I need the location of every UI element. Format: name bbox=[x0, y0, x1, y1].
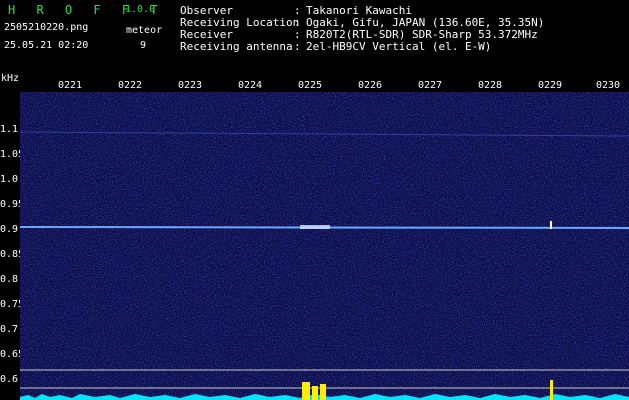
spectrogram bbox=[20, 92, 629, 400]
location-label: Receiving Location bbox=[180, 16, 300, 29]
time-tick: 0230 bbox=[596, 80, 621, 91]
meteor-echo-burst bbox=[320, 384, 326, 400]
time-tick: 0229 bbox=[538, 80, 563, 91]
receiver-value: R820T2(RTL-SDR) SDR-Sharp 53.372MHz bbox=[306, 28, 538, 41]
antenna-colon: : bbox=[294, 40, 301, 53]
freq-tick: 0.8 bbox=[0, 274, 19, 285]
antenna-value: 2el-HB9CV Vertical (el. E-W) bbox=[306, 40, 492, 53]
meteor-label: meteor bbox=[126, 25, 163, 36]
time-tick: 0222 bbox=[118, 80, 143, 91]
freq-tick: 1.0 bbox=[0, 174, 19, 185]
meteor-echo-burst bbox=[312, 386, 318, 400]
app-version: 1.0.0 bbox=[125, 4, 156, 15]
freq-unit-label: kHz bbox=[1, 73, 20, 84]
time-tick: 0221 bbox=[58, 80, 83, 91]
file-name: 2505210220.png bbox=[4, 22, 89, 33]
time-tick: 0223 bbox=[178, 80, 203, 91]
freq-tick: 0.6 bbox=[0, 374, 19, 385]
meteor-echo-burst bbox=[302, 382, 310, 400]
observer-label: Observer bbox=[180, 4, 233, 17]
freq-tick: 0.9 bbox=[0, 224, 19, 235]
time-tick: 0225 bbox=[298, 80, 323, 91]
observer-colon: : bbox=[294, 4, 301, 17]
receiver-label: Receiver bbox=[180, 28, 233, 41]
meteor-count: 9 bbox=[140, 40, 147, 51]
date-time: 25.05.21 02:20 bbox=[4, 40, 89, 51]
spectrogram-canvas bbox=[20, 92, 629, 400]
meteor-echo-burst bbox=[550, 380, 553, 400]
location-value: Ogaki, Gifu, JAPAN (136.60E, 35.35N) bbox=[306, 16, 545, 29]
time-tick: 0224 bbox=[238, 80, 263, 91]
freq-tick: 1.1 bbox=[0, 124, 19, 135]
antenna-label: Receiving antenna bbox=[180, 40, 293, 53]
time-tick: 0226 bbox=[358, 80, 383, 91]
meteor-echo-trace bbox=[550, 221, 552, 229]
observer-value: Takanori Kawachi bbox=[306, 4, 412, 17]
time-tick: 0227 bbox=[418, 80, 443, 91]
meteor-echo-trace bbox=[300, 225, 330, 229]
spectrogram-noise bbox=[20, 92, 629, 400]
receiver-colon: : bbox=[294, 28, 301, 41]
time-tick: 0228 bbox=[478, 80, 503, 91]
location-colon: : bbox=[294, 16, 301, 29]
freq-tick: 0.7 bbox=[0, 324, 19, 335]
